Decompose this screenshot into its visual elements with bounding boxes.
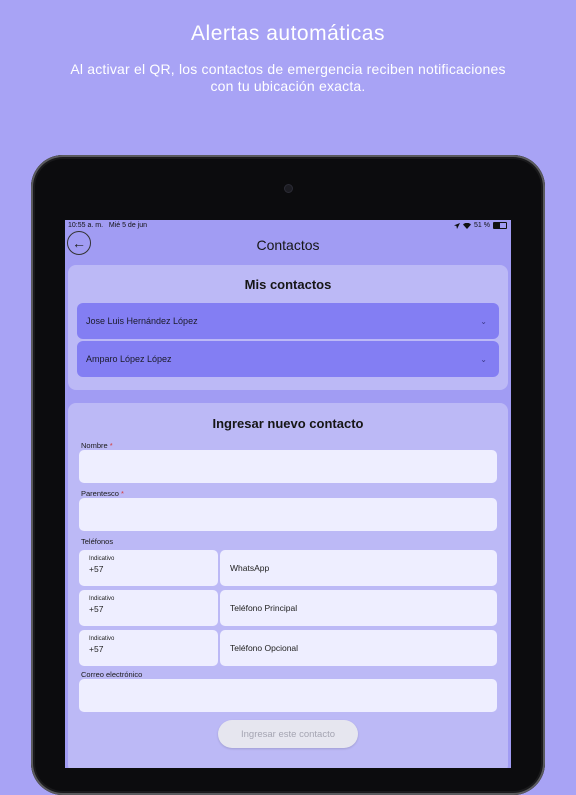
- add-contact-button[interactable]: Ingresar este contacto: [218, 720, 358, 748]
- new-contact-card: Ingresar nuevo contacto Nombre * Parente…: [68, 403, 508, 768]
- whatsapp-placeholder: WhatsApp: [230, 563, 270, 573]
- battery-icon: [493, 222, 507, 229]
- status-time: 10:55 a. m. Mié 5 de jun: [68, 222, 148, 229]
- new-contact-title: Ingresar nuevo contacto: [212, 416, 364, 431]
- promo-subtitle: Al activar el QR, los contactos de emerg…: [70, 61, 506, 94]
- main-phone-placeholder: Teléfono Principal: [230, 603, 298, 613]
- code-label: Indicativo: [89, 636, 115, 642]
- camera-icon: [284, 184, 293, 193]
- code-value: +57: [89, 564, 104, 574]
- relationship-label: Parentesco *: [81, 489, 124, 498]
- wifi-icon: [463, 222, 472, 229]
- code-label: Indicativo: [89, 596, 115, 602]
- phones-label: Teléfonos: [81, 537, 114, 546]
- optional-phone-input[interactable]: Teléfono Opcional: [220, 630, 497, 666]
- name-label: Nombre *: [81, 441, 113, 450]
- phone-code-input[interactable]: Indicativo +57: [79, 590, 218, 626]
- email-input[interactable]: [79, 679, 497, 712]
- relationship-input[interactable]: [79, 498, 497, 531]
- contact-name: Amparo López López: [86, 354, 172, 364]
- my-contacts-card: Mis contactos Jose Luis Hernández López …: [68, 265, 508, 390]
- contact-item[interactable]: Jose Luis Hernández López ⌄: [77, 303, 499, 339]
- battery-percent: 51 %: [474, 222, 490, 229]
- phone-code-input[interactable]: Indicativo +57: [79, 630, 218, 666]
- status-indicators: 51 %: [454, 222, 507, 229]
- contact-item[interactable]: Amparo López López ⌄: [77, 341, 499, 377]
- my-contacts-title: Mis contactos: [244, 277, 332, 292]
- name-input[interactable]: [79, 450, 497, 483]
- location-icon: [454, 222, 461, 229]
- app-screen: 10:55 a. m. Mié 5 de jun 51 % ← Contacto…: [65, 220, 511, 768]
- page-title: Contactos: [256, 237, 320, 253]
- chevron-down-icon: ⌄: [480, 354, 487, 364]
- promo-title: Alertas automáticas: [191, 22, 385, 45]
- code-value: +57: [89, 644, 104, 654]
- email-label: Correo electrónico: [81, 670, 143, 679]
- whatsapp-input[interactable]: WhatsApp: [220, 550, 497, 586]
- phone-code-input[interactable]: Indicativo +57: [79, 550, 218, 586]
- status-bar: 10:55 a. m. Mié 5 de jun 51 %: [65, 220, 511, 232]
- code-label: Indicativo: [89, 556, 115, 562]
- optional-phone-placeholder: Teléfono Opcional: [230, 643, 299, 653]
- code-value: +57: [89, 604, 104, 614]
- contact-name: Jose Luis Hernández López: [86, 316, 198, 326]
- chevron-down-icon: ⌄: [480, 316, 487, 326]
- main-phone-input[interactable]: Teléfono Principal: [220, 590, 497, 626]
